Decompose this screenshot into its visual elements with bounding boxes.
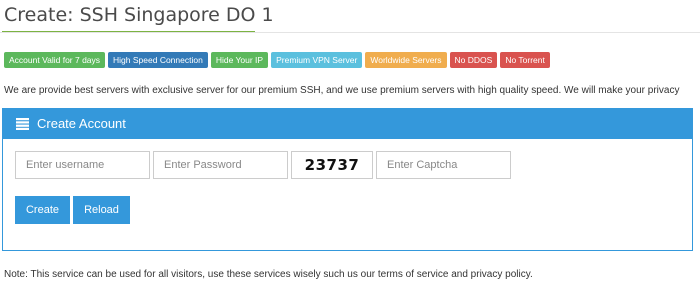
badge-no-ddos: No DDOS <box>449 52 498 68</box>
intro-text: We are provide best servers with exclusi… <box>4 85 680 96</box>
header-divider <box>0 32 700 33</box>
password-input[interactable] <box>153 151 288 179</box>
badge-no-torrent: No Torrent <box>500 52 550 68</box>
badge-high-speed: High Speed Connection <box>108 52 208 68</box>
page-title: Create: SSH Singapore DO 1 <box>4 4 274 26</box>
captcha-input[interactable] <box>376 151 511 179</box>
badge-worldwide: Worldwide Servers <box>365 52 447 68</box>
service-note: Note: This service can be used for all v… <box>4 269 533 280</box>
panel-heading: Create Account <box>3 109 692 139</box>
create-button[interactable]: Create <box>15 196 70 224</box>
badge-premium-vpn: Premium VPN Server <box>271 52 363 68</box>
create-account-panel: Create Account 23737 Create Reload <box>2 108 693 251</box>
captcha-code: 23737 <box>291 151 373 179</box>
reload-button[interactable]: Reload <box>73 196 130 224</box>
panel-title: Create Account <box>37 116 126 131</box>
list-icon <box>16 118 29 130</box>
feature-badges: Account Valid for 7 days High Speed Conn… <box>4 52 550 68</box>
username-input[interactable] <box>15 151 150 179</box>
badge-hide-ip: Hide Your IP <box>210 52 269 68</box>
badge-account-valid: Account Valid for 7 days <box>4 52 106 68</box>
